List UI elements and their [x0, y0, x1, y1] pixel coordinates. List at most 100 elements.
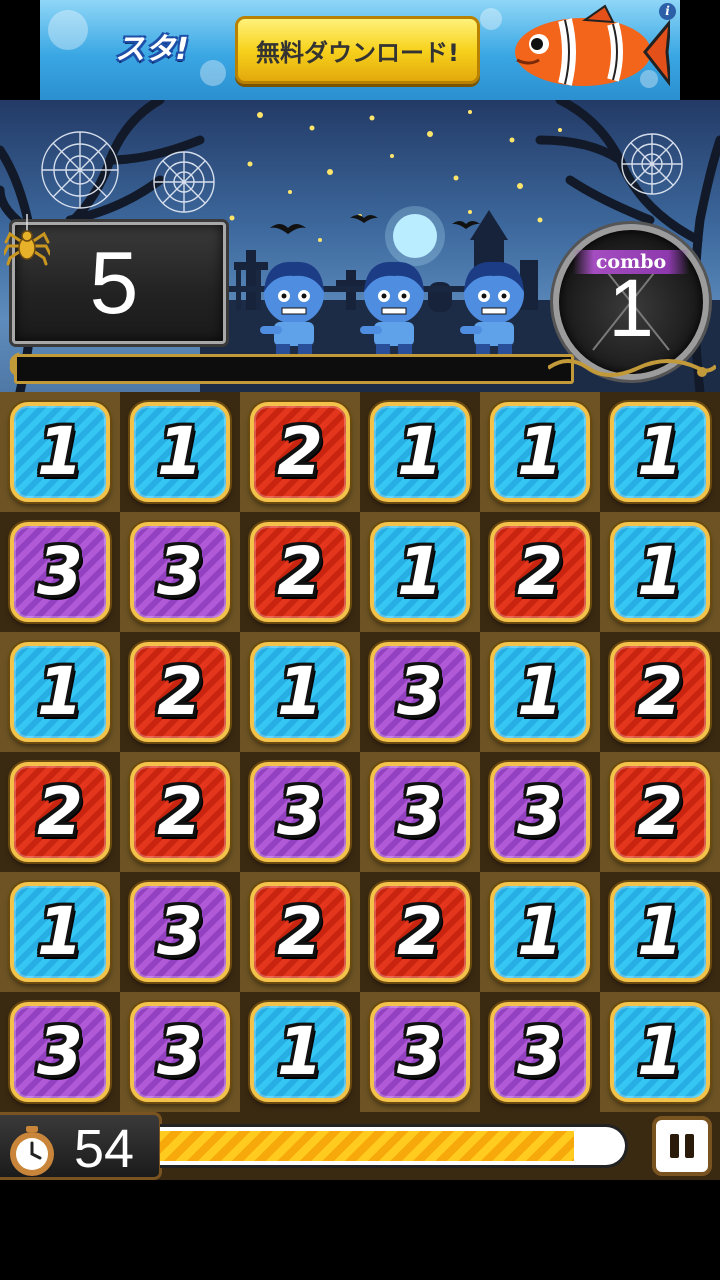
board-cell: 2 — [360, 872, 480, 992]
board-cell: 3 — [0, 512, 120, 632]
number-tile[interactable]: 2 — [250, 402, 350, 502]
tile-number: 1 — [397, 533, 443, 610]
tile-number: 2 — [157, 773, 203, 850]
board-cell: 1 — [120, 392, 240, 512]
board-cell: 3 — [0, 992, 120, 1112]
number-tile[interactable]: 2 — [250, 882, 350, 982]
board-cell: 2 — [240, 512, 360, 632]
pause-icon-bar-left — [670, 1134, 679, 1158]
tile-number: 2 — [277, 533, 323, 610]
number-tile[interactable]: 3 — [10, 522, 110, 622]
tile-number: 1 — [37, 893, 83, 970]
clock-icon — [10, 1126, 54, 1176]
board-cell: 1 — [480, 632, 600, 752]
number-tile[interactable]: 2 — [130, 762, 230, 862]
number-tile[interactable]: 1 — [490, 402, 590, 502]
number-tile[interactable]: 3 — [130, 1002, 230, 1102]
rail-ornament-right — [548, 359, 716, 377]
number-tile[interactable]: 2 — [610, 762, 710, 862]
number-tile[interactable]: 1 — [610, 402, 710, 502]
number-tile[interactable]: 2 — [10, 762, 110, 862]
number-tile[interactable]: 1 — [250, 642, 350, 742]
number-tile[interactable]: 3 — [370, 642, 470, 742]
board-cell: 1 — [360, 512, 480, 632]
tile-number: 3 — [157, 893, 203, 970]
board-cell: 1 — [480, 872, 600, 992]
tile-number: 3 — [517, 1013, 563, 1090]
board-cell: 1 — [0, 632, 120, 752]
tile-number: 1 — [517, 653, 563, 730]
number-tile[interactable]: 1 — [10, 642, 110, 742]
tile-number: 2 — [637, 773, 683, 850]
number-tile[interactable]: 2 — [490, 522, 590, 622]
bottom-bar: 54 — [0, 1112, 720, 1180]
number-tile[interactable]: 3 — [370, 762, 470, 862]
number-tile[interactable]: 3 — [250, 762, 350, 862]
pause-icon-bar-right — [685, 1134, 694, 1158]
number-tile[interactable]: 1 — [130, 402, 230, 502]
number-tile[interactable]: 3 — [490, 762, 590, 862]
board-cell: 2 — [120, 752, 240, 872]
number-tile[interactable]: 3 — [370, 1002, 470, 1102]
board-cell: 2 — [240, 872, 360, 992]
board-cell: 1 — [600, 512, 720, 632]
tile-number: 1 — [517, 413, 563, 490]
ad-download-button[interactable]: 無料ダウンロード! — [235, 16, 480, 84]
game-header: 5 combo 1 — [0, 100, 720, 392]
ad-info-icon[interactable]: i — [659, 3, 676, 20]
board-cell: 1 — [600, 992, 720, 1112]
number-tile[interactable]: 2 — [250, 522, 350, 622]
pause-button[interactable] — [652, 1116, 712, 1176]
tile-number: 2 — [397, 893, 443, 970]
number-tile[interactable]: 3 — [130, 522, 230, 622]
number-tile[interactable]: 1 — [10, 402, 110, 502]
tile-number: 1 — [637, 533, 683, 610]
board-cell: 1 — [360, 392, 480, 512]
tile-number: 2 — [157, 653, 203, 730]
board-cell: 1 — [240, 992, 360, 1112]
board-cell: 3 — [120, 512, 240, 632]
level-progress-bar — [14, 354, 574, 384]
number-tile[interactable]: 1 — [610, 1002, 710, 1102]
board-cell: 3 — [240, 752, 360, 872]
tile-number: 3 — [397, 653, 443, 730]
number-tile[interactable]: 3 — [10, 1002, 110, 1102]
board-cell: 2 — [600, 752, 720, 872]
tile-number: 3 — [397, 773, 443, 850]
number-tile[interactable]: 3 — [130, 882, 230, 982]
number-tile[interactable]: 2 — [130, 642, 230, 742]
board-cell: 1 — [480, 392, 600, 512]
tile-number: 1 — [637, 1013, 683, 1090]
tile-number: 1 — [397, 413, 443, 490]
tile-number: 1 — [517, 893, 563, 970]
zombie-characters — [260, 261, 525, 357]
combo-value: 1 — [608, 263, 654, 354]
board-cell: 1 — [600, 392, 720, 512]
ad-banner[interactable]: スタ! 無料ダウンロード! i — [40, 0, 680, 100]
number-tile[interactable]: 2 — [370, 882, 470, 982]
puzzle-board: 112111332121121312223332132211331331 — [0, 392, 720, 1112]
board-cell: 1 — [0, 872, 120, 992]
number-tile[interactable]: 1 — [370, 402, 470, 502]
tile-number: 2 — [277, 893, 323, 970]
clownfish-icon — [515, 4, 670, 87]
number-tile[interactable]: 2 — [610, 642, 710, 742]
number-tile[interactable]: 1 — [610, 522, 710, 622]
board-cell: 2 — [0, 752, 120, 872]
board-cell: 3 — [360, 752, 480, 872]
board-cell: 3 — [360, 632, 480, 752]
number-tile[interactable]: 3 — [490, 1002, 590, 1102]
tile-number: 2 — [637, 653, 683, 730]
number-tile[interactable]: 1 — [370, 522, 470, 622]
number-tile[interactable]: 1 — [490, 642, 590, 742]
tile-number: 1 — [637, 893, 683, 970]
board-cell: 2 — [120, 632, 240, 752]
number-tile[interactable]: 1 — [490, 882, 590, 982]
tile-number: 1 — [277, 653, 323, 730]
number-tile[interactable]: 1 — [610, 882, 710, 982]
tile-number: 3 — [37, 533, 83, 610]
number-tile[interactable]: 1 — [250, 1002, 350, 1102]
number-tile[interactable]: 1 — [10, 882, 110, 982]
tile-number: 1 — [277, 1013, 323, 1090]
board-cell: 1 — [600, 872, 720, 992]
